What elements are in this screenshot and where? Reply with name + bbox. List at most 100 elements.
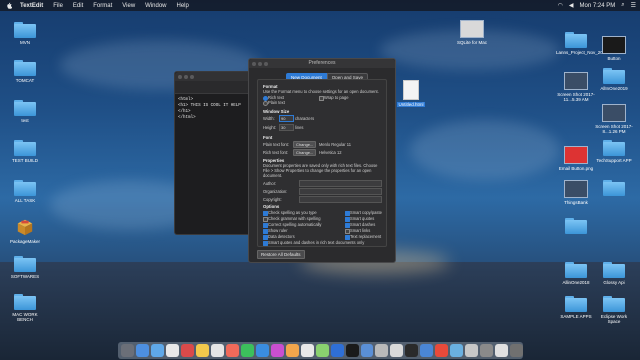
dock-app-icon[interactable] [300,344,314,357]
organization-field[interactable] [299,188,382,195]
dock-app-icon[interactable] [390,344,404,357]
dock-app-icon[interactable] [210,344,224,357]
dock-app-icon[interactable] [270,344,284,357]
menu-file[interactable]: File [48,3,68,9]
dock-app-icon[interactable] [450,344,464,357]
folder-icon [14,22,36,38]
dock-app-icon[interactable] [510,344,524,357]
desktop-icon-label: PackageMaker [9,239,40,244]
close-button[interactable] [252,61,256,66]
desktop-icon-folder-b[interactable] [556,218,596,236]
menu-format[interactable]: Format [88,3,117,9]
text-line: </html> [178,116,196,120]
close-button[interactable] [178,74,182,79]
dock-app-icon[interactable] [375,344,389,357]
folder-icon [14,256,36,272]
window-titlebar[interactable] [175,72,255,81]
desktop-icon-all-task[interactable]: ALL TASK [5,180,45,203]
dock-app-icon[interactable] [285,344,299,357]
dock-app-icon[interactable] [495,344,509,357]
volume-icon[interactable]: ◀ [569,2,574,9]
dock-app-icon[interactable] [240,344,254,357]
desktop-icon-screenshot-2[interactable]: Screen Shot 2017-8...1.26 PM [594,104,634,134]
desktop-icon-sqlite[interactable]: SQLite for Mac [452,20,492,45]
desktop-icon-test[interactable]: test [5,100,45,123]
dock-app-icon[interactable] [195,344,209,357]
preferences-window[interactable]: Preferences New Document Open and Save F… [248,58,396,263]
desktop-icon-thingsbank-1[interactable]: ThingsBank [556,180,596,205]
option-label: Correct spelling automatically [268,222,322,227]
copyright-field[interactable] [299,196,382,203]
menu-bar: TextEdit File Edit Format View Window He… [0,0,640,11]
desktop-icon-untitled-html[interactable]: Untitled.html [391,80,431,107]
text-line: <h1> THIS IS COOL IT HELP </h1> [178,104,241,114]
notification-center-icon[interactable]: ☰ [631,2,636,9]
textedit-window[interactable]: <html> <h1> THIS IS COOL IT HELP </h1> <… [174,71,256,235]
folder-icon [565,218,587,234]
menu-view[interactable]: View [117,3,140,9]
desktop-icon-button[interactable]: Button [594,36,634,61]
desktop-icon-softwares[interactable]: SOFTWARES [5,256,45,279]
dock-app-icon[interactable] [420,344,434,357]
clock[interactable]: Mon 7:24 PM [580,3,616,9]
author-field[interactable] [299,180,382,187]
dock-app-icon[interactable] [121,344,134,357]
menu-edit[interactable]: Edit [68,3,88,9]
dock [118,342,524,359]
desktop-icon-techsupport[interactable]: TechSupport APP [594,140,634,163]
apple-icon[interactable] [6,2,12,9]
desktop-icon-tomcat[interactable]: TOMCAT [5,60,45,83]
height-field[interactable]: 30 [279,124,294,131]
desktop-icon-lanns-project[interactable]: Lanns_Project_Nov_2017 [556,32,608,55]
folder-icon [603,262,625,278]
width-field[interactable]: 90 [279,115,294,122]
dock-app-icon[interactable] [225,344,239,357]
change-rich-font-button[interactable]: Change... [293,149,317,156]
dock-app-icon[interactable] [345,344,359,357]
desktop-icon-test-build[interactable]: TEST BUILD [5,140,45,163]
text-ruler[interactable] [175,81,255,94]
dock-app-icon[interactable] [480,344,494,357]
minimize-button[interactable] [184,74,188,79]
desktop-icon-folder-a[interactable] [594,180,634,198]
dock-app-icon[interactable] [405,344,419,357]
plain-font-value: Menlo Regular 11 [319,142,352,147]
desktop-icon-screenshot-1[interactable]: Screen Shot 2017-11...5.39 AM [556,72,596,102]
zoom-button[interactable] [190,74,194,79]
menu-help[interactable]: Help [172,3,194,9]
desktop-icon-mvn[interactable]: MVN [5,22,45,45]
desktop-icon-mac-work-bench[interactable]: MAC WORK BENCH [5,294,45,322]
thumbnail-icon [602,36,626,54]
desktop-icon-label: Glossy Api [603,280,625,285]
desktop-icon-label: SQLite for Mac [456,40,487,45]
desktop-icon-packagemaker[interactable]: PackageMaker [5,218,45,244]
dock-app-icon[interactable] [150,344,164,357]
dock-app-icon[interactable] [360,344,374,357]
wifi-icon[interactable]: ◠ [558,2,563,9]
desktop-icon-eclipse-workspace[interactable]: Eclipse Work Space [594,296,634,324]
dock-app-icon[interactable] [465,344,479,357]
desktop-icon-glossy-api[interactable]: Glossy Api [594,262,634,285]
dock-app-icon[interactable] [435,344,449,357]
dock-app-icon[interactable] [315,344,329,357]
text-content[interactable]: <html> <h1> THIS IS COOL IT HELP </h1> <… [175,94,255,124]
desktop-icon-email-button[interactable]: Email Button.png [556,146,596,171]
dock-app-icon[interactable] [255,344,269,357]
dock-app-icon[interactable] [330,344,344,357]
desktop-icon-label: SAMPLE APPS [560,314,592,319]
desktop-icon-allinone2019[interactable]: AllInOne2019 [594,68,634,91]
dock-app-icon[interactable] [135,344,149,357]
desktop-icon-allinone2018[interactable]: AllinOne2018 [556,262,596,285]
window-titlebar[interactable]: Preferences [249,59,395,68]
spotlight-icon[interactable]: ⌕ [621,2,624,9]
desktop-icon-label: Email Button.png [558,166,594,171]
restore-defaults-button[interactable]: Restore All Defaults [257,250,305,259]
zoom-button[interactable] [264,61,268,66]
menu-window[interactable]: Window [140,3,171,9]
dock-app-icon[interactable] [165,344,179,357]
change-plain-font-button[interactable]: Change... [293,141,317,148]
menu-app-name[interactable]: TextEdit [15,3,48,9]
minimize-button[interactable] [258,61,262,66]
dock-app-icon[interactable] [180,344,194,357]
desktop-icon-sample-apps[interactable]: SAMPLE APPS [556,296,596,319]
